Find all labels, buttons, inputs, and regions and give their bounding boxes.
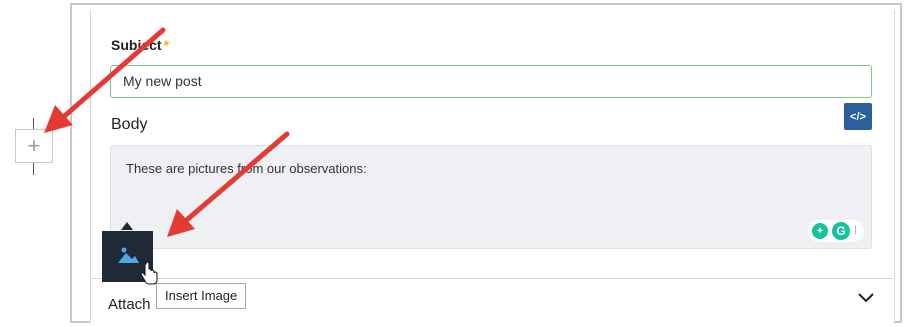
- red-arrow-annotation-1: [44, 27, 166, 133]
- annotation-arrows: [44, 27, 290, 237]
- red-arrow-annotation-2: [167, 131, 290, 237]
